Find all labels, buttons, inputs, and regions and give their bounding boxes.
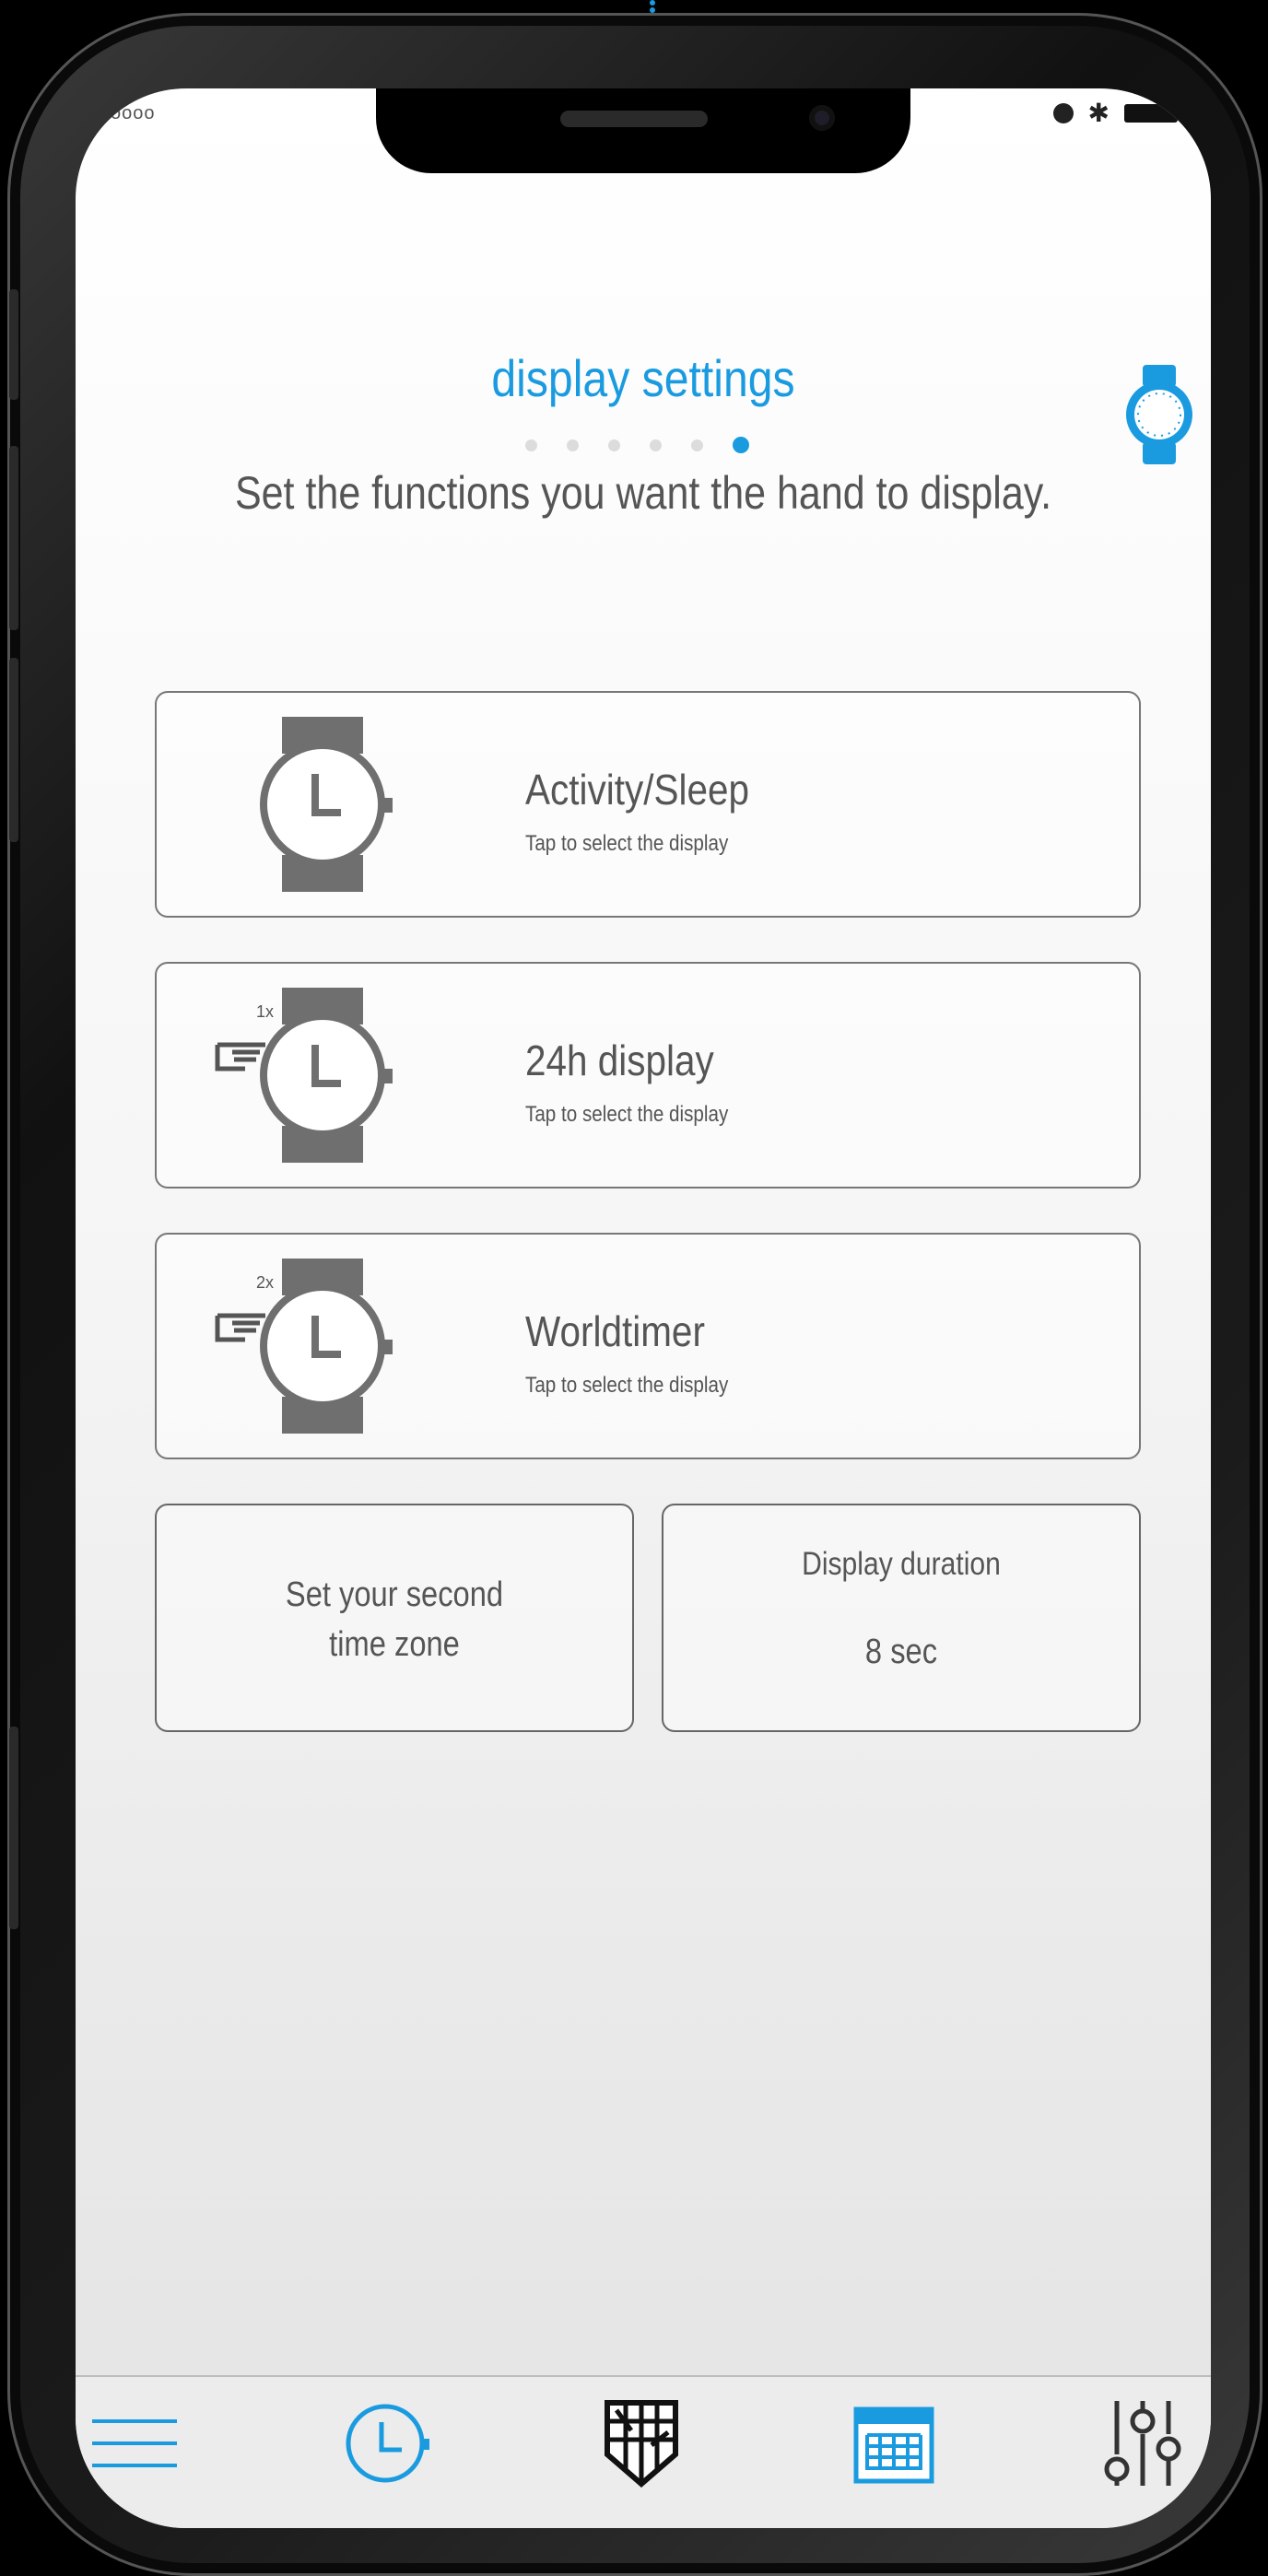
step-indicator xyxy=(525,437,749,453)
step-dot xyxy=(567,439,579,451)
display-duration-label: Display duration xyxy=(802,1546,1001,1582)
alarm-icon xyxy=(1052,103,1074,123)
display-duration-button[interactable]: Display duration 8 sec xyxy=(662,1504,1141,1732)
step-dot-active xyxy=(733,437,749,453)
option-hint: Tap to select the display xyxy=(525,1373,729,1398)
tab-world-map[interactable] xyxy=(595,2397,687,2489)
menu-icon xyxy=(92,2419,177,2467)
option-title: 24h display xyxy=(525,1036,714,1084)
tab-bar xyxy=(76,2375,1211,2528)
volume-down-button xyxy=(9,658,18,842)
signal-indicator: oooo xyxy=(111,103,156,123)
page-title: display settings xyxy=(491,349,795,407)
side-button xyxy=(9,1727,18,1929)
watch-press-icon: 2x xyxy=(212,1259,405,1434)
watch-icon[interactable] xyxy=(1122,365,1196,464)
option-worldtimer[interactable]: 2x Worldtimer Tap to select the display xyxy=(155,1233,1141,1459)
volume-up-button xyxy=(9,446,18,630)
press-count-label: 1x xyxy=(256,1002,274,1021)
step-dot xyxy=(525,439,537,451)
tab-clock[interactable] xyxy=(343,2397,435,2489)
option-title: Worldtimer xyxy=(525,1307,705,1355)
option-hint: Tap to select the display xyxy=(525,1102,729,1127)
option-activity-sleep[interactable]: Activity/Sleep Tap to select the display xyxy=(155,691,1141,918)
settings-sliders-icon xyxy=(1104,2401,1181,2486)
second-time-zone-line1: Set your second xyxy=(285,1575,504,1614)
step-dot xyxy=(608,439,620,451)
display-duration-value: 8 sec xyxy=(864,1633,938,1671)
clock-icon xyxy=(346,2404,429,2483)
calendar-icon xyxy=(853,2406,934,2484)
second-time-zone-button[interactable]: Set your second time zone xyxy=(155,1504,634,1732)
front-camera xyxy=(809,105,835,131)
mute-switch xyxy=(9,289,18,400)
tab-settings[interactable] xyxy=(1097,2397,1189,2489)
press-count-label: 2x xyxy=(256,1273,274,1292)
status-icons: ✱ xyxy=(1052,99,1178,127)
option-hint: Tap to select the display xyxy=(525,831,729,856)
instruction-text: Set the functions you want the hand to d… xyxy=(234,467,1052,519)
watch-icon xyxy=(212,717,405,892)
tab-menu[interactable] xyxy=(88,2397,181,2489)
step-dot xyxy=(691,439,703,451)
second-time-zone-line2: time zone xyxy=(329,1625,460,1664)
battery-icon xyxy=(1124,104,1178,123)
notch xyxy=(376,88,910,173)
option-title: Activity/Sleep xyxy=(525,766,749,814)
top-indicator xyxy=(649,0,656,13)
app-screen: oooo ✱ display settings Set the function… xyxy=(76,88,1211,2528)
speaker-grille xyxy=(560,111,708,127)
world-map-icon xyxy=(605,2400,678,2488)
option-24h-display[interactable]: 1x 24h display Tap to select the display xyxy=(155,962,1141,1188)
bluetooth-icon: ✱ xyxy=(1087,99,1110,127)
tab-calendar[interactable] xyxy=(848,2397,940,2489)
step-dot xyxy=(650,439,662,451)
watch-press-icon: 1x xyxy=(212,988,405,1163)
